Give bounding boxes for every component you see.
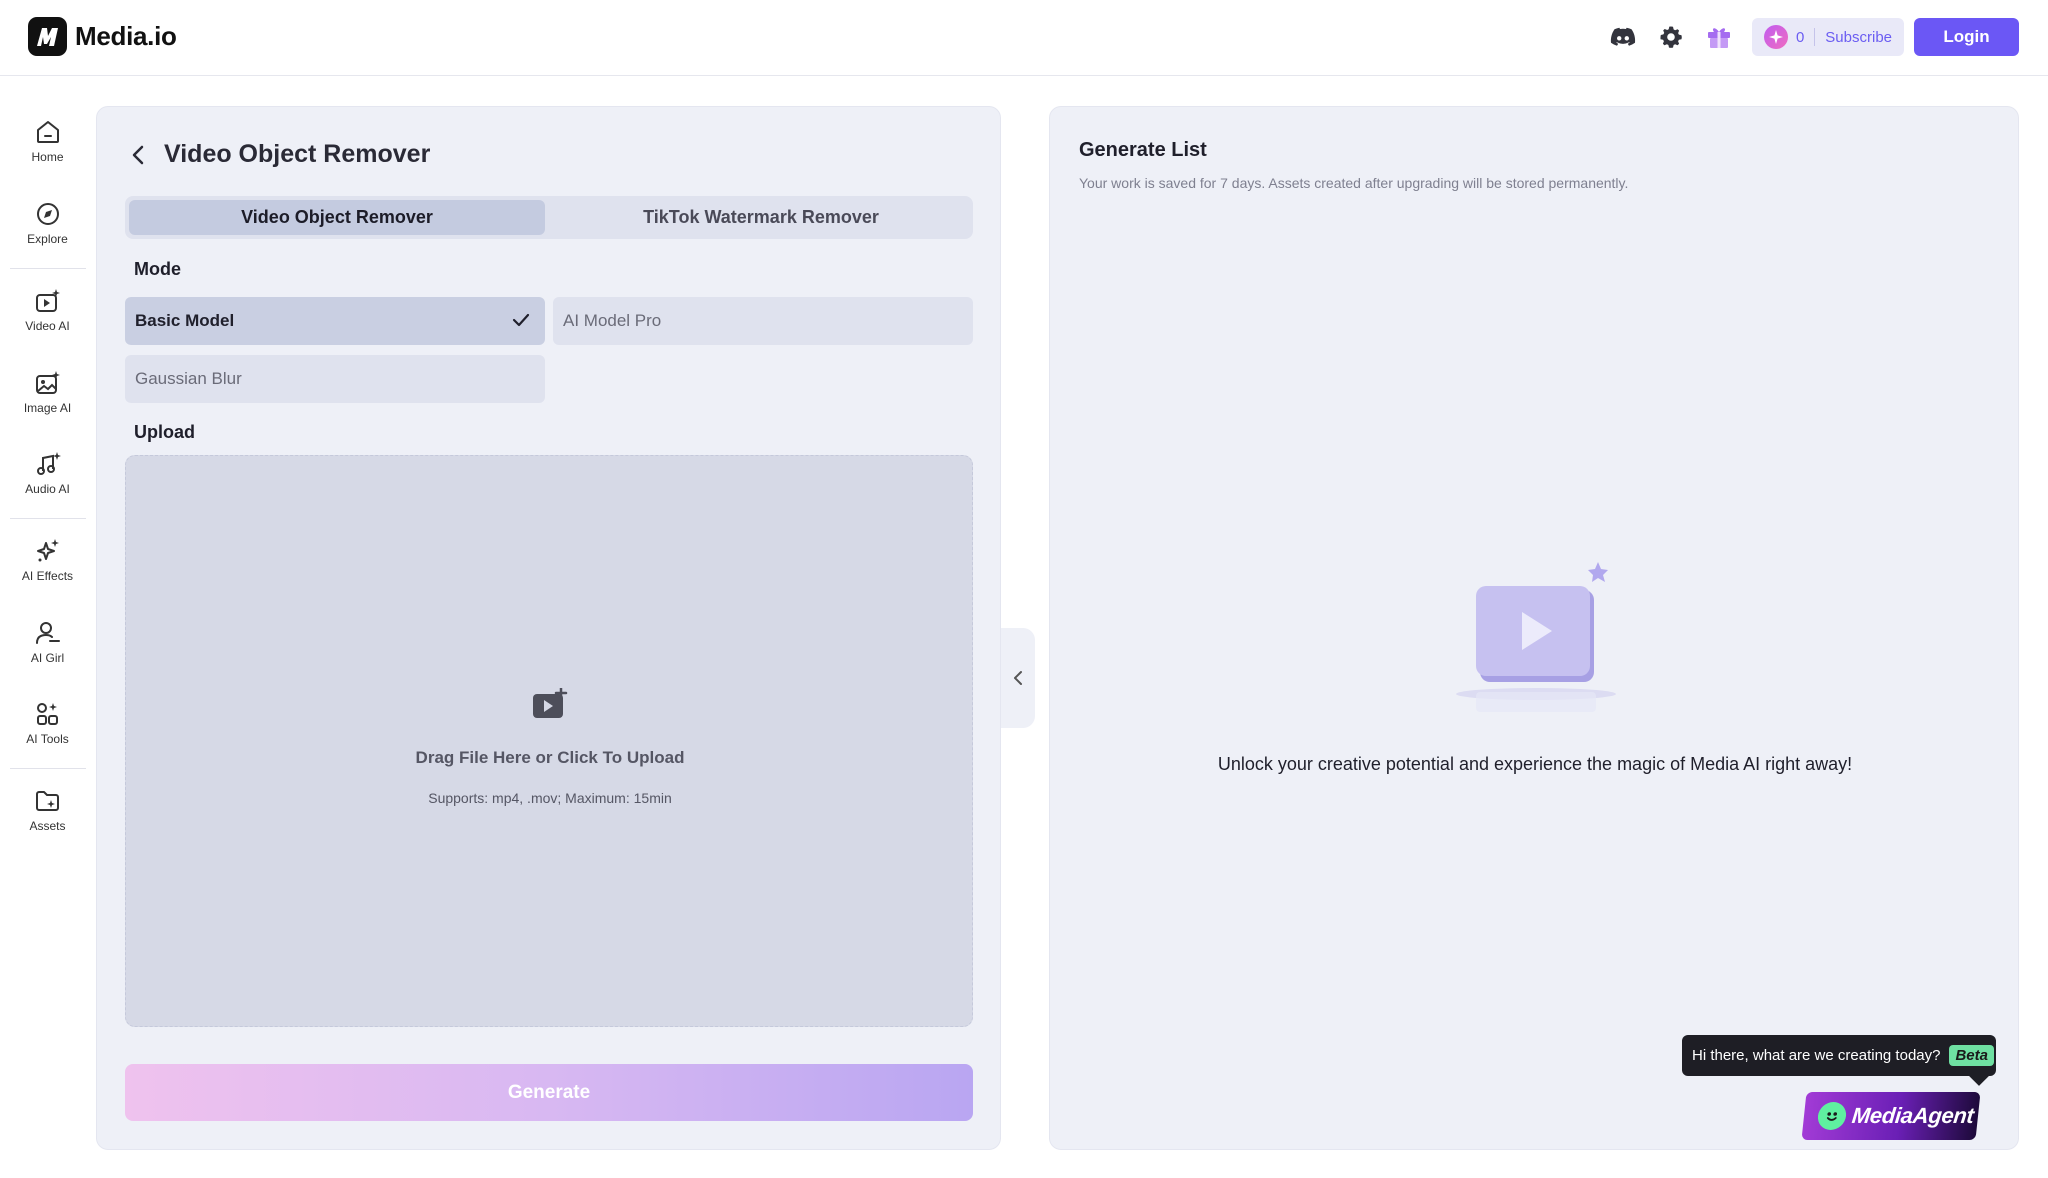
discord-icon[interactable] <box>1608 22 1638 52</box>
sidebar-item-video-ai[interactable]: Video AI <box>8 288 87 333</box>
sparkles-icon <box>36 539 59 562</box>
app-logo[interactable]: Media.io <box>28 17 177 56</box>
nav-divider <box>10 268 86 269</box>
sidebar-item-ai-girl[interactable]: AI Girl <box>8 620 87 665</box>
sidebar-item-label: Explore <box>27 232 68 246</box>
generate-list-title: Generate List <box>1079 139 1207 161</box>
mode-option-label: Basic Model <box>135 311 235 330</box>
mode-option-gaussian-blur[interactable]: Gaussian Blur <box>125 355 545 403</box>
subscribe-link[interactable]: Subscribe <box>1825 29 1892 46</box>
sidebar-item-label: Assets <box>29 819 66 833</box>
login-button[interactable]: Login <box>1914 18 2019 56</box>
mode-option-ai-model-pro[interactable]: AI Model Pro <box>553 297 973 345</box>
tool-panel: Video Object Remover Video Object Remove… <box>96 106 1001 1150</box>
media-agent-button[interactable]: MediaAgent <box>1801 1092 1981 1140</box>
compass-icon <box>36 203 59 225</box>
upload-dropzone[interactable]: Drag File Here or Click To Upload Suppor… <box>125 455 973 1027</box>
gear-icon[interactable] <box>1656 22 1686 52</box>
tools-grid-icon <box>36 703 58 725</box>
agent-name: MediaAgent <box>1850 1103 1976 1128</box>
sidebar-item-explore[interactable]: Explore <box>8 201 87 246</box>
upload-label: Upload <box>134 422 195 442</box>
sidebar-item-label: Home <box>31 150 64 164</box>
sidebar-item-label: Video AI <box>25 319 70 333</box>
sidebar-item-image-ai[interactable]: Image AI <box>8 370 87 415</box>
generate-list-subtitle: Your work is saved for 7 days. Assets cr… <box>1079 175 1629 191</box>
video-upload-icon <box>532 686 568 725</box>
mode-label: Mode <box>134 259 181 279</box>
generate-list-panel: Generate List Your work is saved for 7 d… <box>1049 106 2019 1150</box>
empty-state-text: Unlock your creative potential and exper… <box>1217 754 1853 774</box>
app-name: Media.io <box>75 21 177 51</box>
sidebar-item-label: AI Tools <box>26 732 69 746</box>
credit-star-icon <box>1763 25 1788 49</box>
empty-state-video-icon <box>1446 562 1626 727</box>
nav-divider <box>10 518 86 519</box>
mode-option-label: AI Model Pro <box>563 311 662 330</box>
sidebar-item-home[interactable]: Home <box>8 119 87 164</box>
collapse-panel-button[interactable] <box>1001 628 1035 728</box>
sidebar-item-label: Audio AI <box>25 482 70 496</box>
logo-mark-icon <box>28 17 67 56</box>
back-arrow-icon[interactable] <box>127 143 151 167</box>
agent-face-icon <box>1816 1102 1848 1130</box>
sidebar-item-label: AI Girl <box>30 651 65 665</box>
top-actions: 0 Subscribe Login <box>1608 18 2019 56</box>
credit-count: 0 <box>1795 28 1805 46</box>
gift-icon[interactable] <box>1704 22 1734 52</box>
video-ai-icon <box>35 289 60 312</box>
agent-greeting-text: Hi there, what are we creating today? <box>1692 1047 1941 1064</box>
upload-hint: Supports: mp4, .mov; Maximum: 15min <box>428 790 672 806</box>
sidebar-item-label: AI Effects <box>21 569 74 583</box>
sidebar-item-assets[interactable]: Assets <box>8 788 87 833</box>
tab-tiktok-watermark-remover[interactable]: TikTok Watermark Remover <box>553 200 969 235</box>
sidebar-nav: Home Explore Video AI Image AI Audio AI … <box>0 77 95 1178</box>
home-icon <box>36 121 59 143</box>
top-bar: Media.io 0 Subscribe Login <box>0 0 2048 76</box>
mode-option-label: Gaussian Blur <box>135 369 242 388</box>
beta-badge: Beta <box>1949 1045 1994 1066</box>
sidebar-item-ai-tools[interactable]: AI Tools <box>8 701 87 746</box>
audio-ai-icon <box>36 452 61 475</box>
mode-option-basic-model[interactable]: Basic Model <box>125 297 545 345</box>
tab-video-object-remover[interactable]: Video Object Remover <box>129 200 545 235</box>
chevron-left-icon <box>1014 671 1022 685</box>
credits-pill[interactable]: 0 Subscribe <box>1751 18 1904 56</box>
page-title: Video Object Remover <box>164 140 431 168</box>
check-icon <box>511 310 531 335</box>
ai-girl-icon <box>35 622 60 644</box>
agent-greeting-bubble[interactable]: Hi there, what are we creating today? Be… <box>1682 1035 1996 1086</box>
sidebar-item-label: Image AI <box>23 401 72 415</box>
folder-icon <box>35 791 59 811</box>
divider <box>1814 28 1816 46</box>
generate-button[interactable]: Generate <box>125 1064 973 1121</box>
image-ai-icon <box>35 371 60 394</box>
upload-title: Drag File Here or Click To Upload <box>415 748 685 767</box>
sidebar-item-ai-effects[interactable]: AI Effects <box>8 538 87 583</box>
sidebar-item-audio-ai[interactable]: Audio AI <box>8 451 87 496</box>
nav-divider <box>10 768 86 769</box>
tool-tabs: Video Object Remover TikTok Watermark Re… <box>125 196 973 239</box>
